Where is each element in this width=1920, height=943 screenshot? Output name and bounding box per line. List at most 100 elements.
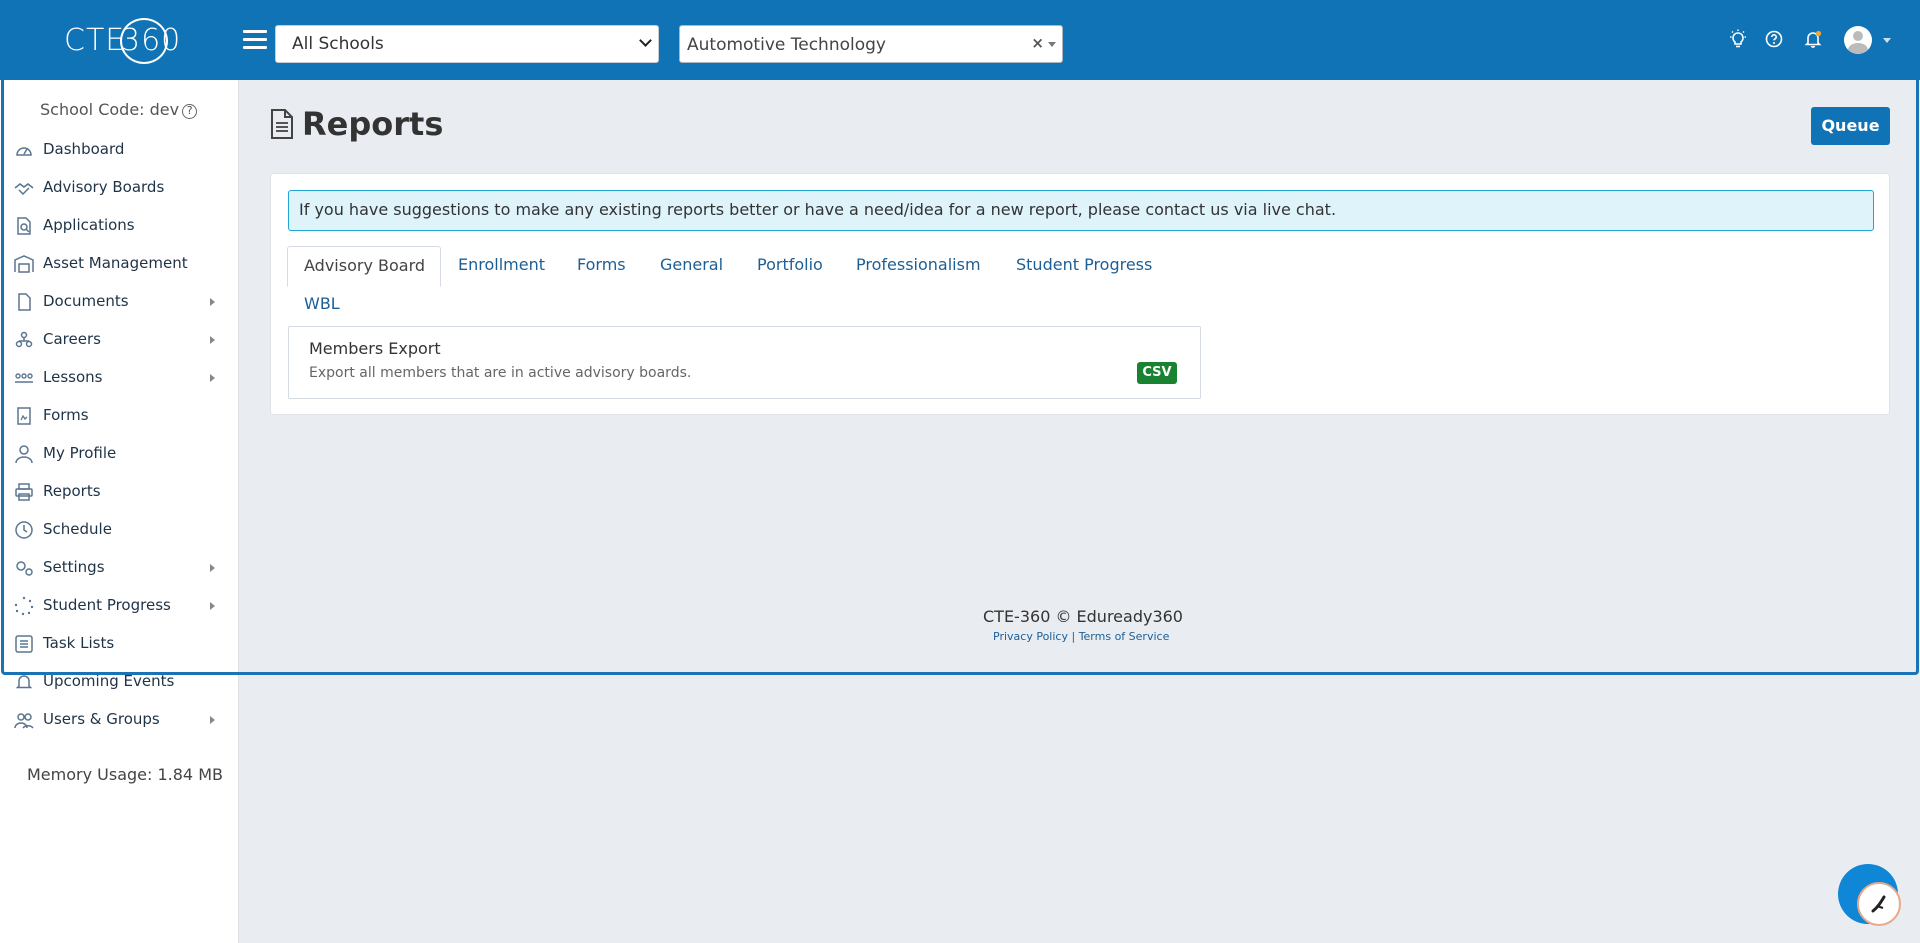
classroom-icon bbox=[15, 373, 33, 383]
menu-toggle-icon[interactable] bbox=[243, 30, 267, 50]
user-avatar[interactable] bbox=[1844, 26, 1872, 54]
school-code-label: School Code: dev bbox=[40, 100, 180, 119]
sidebar-item-label: Users & Groups bbox=[43, 710, 160, 728]
sidebar-item-settings[interactable]: Settings bbox=[0, 549, 230, 587]
footer-separator: | bbox=[1071, 630, 1076, 643]
sidebar-item-label: Upcoming Events bbox=[43, 672, 175, 690]
footer-copyright: CTE-360 © Eduready360 bbox=[983, 607, 1183, 626]
bell-icon bbox=[15, 675, 33, 689]
chevron-right-icon bbox=[210, 298, 215, 306]
printer-icon bbox=[15, 483, 33, 501]
sidebar-item-task-lists[interactable]: Task Lists bbox=[0, 625, 230, 663]
sidebar-item-label: Lessons bbox=[43, 368, 103, 386]
privacy-policy-link[interactable]: Privacy Policy bbox=[993, 630, 1068, 643]
document-icon bbox=[271, 109, 293, 139]
program-select[interactable]: Automotive Technology × bbox=[679, 25, 1063, 63]
suggestion-alert: If you have suggestions to make any exis… bbox=[288, 190, 1874, 231]
logo-number: 360 bbox=[121, 23, 182, 58]
tab-advisory-board[interactable]: Advisory Board bbox=[287, 246, 441, 287]
sidebar-item-lessons[interactable]: Lessons bbox=[0, 359, 230, 397]
school-code: School Code: dev? bbox=[40, 100, 198, 119]
terms-of-service-link[interactable]: Terms of Service bbox=[1079, 630, 1170, 643]
sidebar-item-dashboard[interactable]: Dashboard bbox=[0, 131, 230, 169]
tab-label: General bbox=[660, 255, 724, 274]
sidebar-item-label: Settings bbox=[43, 558, 105, 576]
chat-agent-icon bbox=[1857, 882, 1901, 926]
handshake-icon bbox=[14, 183, 34, 196]
users-icon bbox=[14, 713, 34, 729]
tab-label: WBL bbox=[304, 294, 340, 313]
cte360-logo[interactable]: CTE 360 bbox=[62, 18, 182, 64]
caret-down-icon bbox=[1048, 42, 1056, 47]
sidebar-item-label: Reports bbox=[43, 482, 101, 500]
chevron-down-icon bbox=[639, 34, 652, 47]
sidebar: School Code: dev? Dashboard Advisory Boar… bbox=[0, 80, 239, 943]
document-search-icon bbox=[17, 217, 31, 235]
tab-label: Advisory Board bbox=[304, 256, 426, 275]
chevron-right-icon bbox=[210, 336, 215, 344]
sidebar-item-label: Dashboard bbox=[43, 140, 125, 158]
bell-notification-icon[interactable] bbox=[1803, 29, 1823, 49]
program-select-value: Automotive Technology bbox=[687, 35, 886, 55]
sidebar-item-forms[interactable]: Forms bbox=[0, 397, 230, 435]
people-tree-icon bbox=[15, 331, 33, 348]
sidebar-item-reports[interactable]: Reports bbox=[0, 473, 230, 511]
warehouse-icon bbox=[14, 255, 34, 273]
logo-text: CTE bbox=[64, 23, 126, 58]
tab-label: Portfolio bbox=[757, 255, 823, 274]
report-item-members-export: Members Export Export all members that a… bbox=[288, 326, 1201, 399]
chevron-right-icon bbox=[210, 716, 215, 724]
user-icon bbox=[15, 445, 33, 464]
clear-selection-icon[interactable]: × bbox=[1031, 34, 1044, 52]
sidebar-item-label: Advisory Boards bbox=[43, 178, 165, 196]
sidebar-item-users-groups[interactable]: Users & Groups bbox=[0, 701, 230, 739]
sidebar-item-student-progress[interactable]: Student Progress bbox=[0, 587, 230, 625]
clock-icon bbox=[15, 521, 33, 539]
footer-links: Privacy Policy | Terms of Service bbox=[993, 630, 1169, 643]
tab-label: Professionalism bbox=[856, 255, 981, 274]
sidebar-item-schedule[interactable]: Schedule bbox=[0, 511, 230, 549]
chevron-right-icon bbox=[210, 602, 215, 610]
sidebar-item-label: Schedule bbox=[43, 520, 112, 538]
help-icon[interactable] bbox=[1764, 29, 1784, 49]
queue-button[interactable]: Queue bbox=[1811, 107, 1890, 145]
file-icon bbox=[18, 293, 31, 311]
tab-label: Enrollment bbox=[458, 255, 545, 274]
sidebar-item-label: Asset Management bbox=[43, 254, 188, 272]
sidebar-item-label: Careers bbox=[43, 330, 101, 348]
sidebar-item-label: My Profile bbox=[43, 444, 117, 462]
chevron-right-icon bbox=[210, 374, 215, 382]
sidebar-item-applications[interactable]: Applications bbox=[0, 207, 230, 245]
sidebar-item-documents[interactable]: Documents bbox=[0, 283, 230, 321]
sidebar-item-label: Documents bbox=[43, 292, 129, 310]
sidebar-item-label: Applications bbox=[43, 216, 135, 234]
sidebar-item-label: Task Lists bbox=[43, 634, 115, 652]
tab-label: Student Progress bbox=[1016, 255, 1153, 274]
chevron-right-icon bbox=[210, 564, 215, 572]
memory-usage: Memory Usage: 1.84 MB bbox=[27, 765, 223, 784]
sidebar-item-advisory-boards[interactable]: Advisory Boards bbox=[0, 169, 230, 207]
school-code-help-icon[interactable]: ? bbox=[182, 104, 198, 119]
sidebar-item-my-profile[interactable]: My Profile bbox=[0, 435, 230, 473]
sidebar-item-careers[interactable]: Careers bbox=[0, 321, 230, 359]
school-select-value: All Schools bbox=[292, 34, 384, 54]
avatar-dropdown-icon[interactable] bbox=[1883, 38, 1891, 43]
school-select[interactable]: All Schools bbox=[275, 25, 659, 63]
sidebar-item-upcoming-events[interactable]: Upcoming Events bbox=[0, 663, 230, 701]
csv-export-badge[interactable]: CSV bbox=[1137, 362, 1177, 384]
page-title-text: Reports bbox=[302, 105, 444, 143]
lightbulb-icon[interactable] bbox=[1728, 29, 1748, 49]
reports-card: If you have suggestions to make any exis… bbox=[270, 173, 1890, 415]
live-chat-button[interactable] bbox=[1838, 864, 1901, 926]
report-description: Export all members that are in active ad… bbox=[309, 365, 692, 381]
sidebar-item-asset-management[interactable]: Asset Management bbox=[0, 245, 230, 283]
list-icon bbox=[15, 635, 33, 653]
spinner-icon bbox=[14, 596, 34, 616]
gauge-icon bbox=[16, 147, 32, 156]
report-title: Members Export bbox=[309, 339, 441, 358]
top-navbar: CTE 360 All Schools Automotive Technolog… bbox=[0, 0, 1920, 80]
gears-icon bbox=[16, 561, 33, 576]
sidebar-item-label: Student Progress bbox=[43, 596, 171, 614]
form-icon bbox=[17, 407, 31, 425]
sidebar-item-label: Forms bbox=[43, 406, 89, 424]
